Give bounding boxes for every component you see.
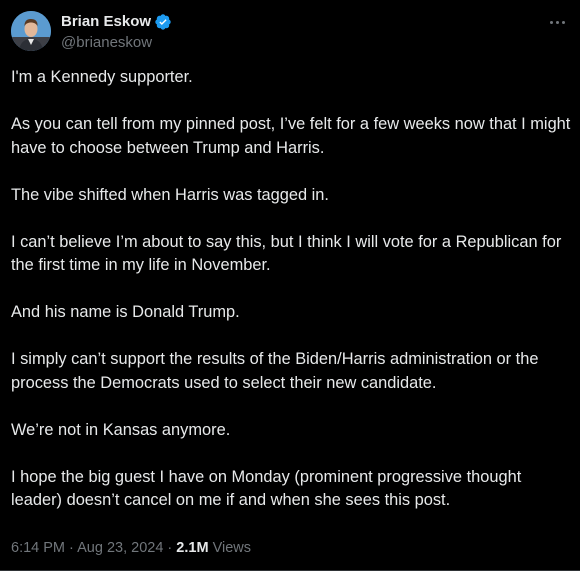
author-handle[interactable]: @brianeskow [61,34,172,52]
views-label: Views [212,540,251,556]
meta-separator: · [167,540,173,556]
tweet-paragraph: And his name is Donald Trump. [11,303,240,321]
more-options-icon[interactable] [546,12,568,32]
tweet-meta: 6:14 PM · Aug 23, 2024 · 2.1M Views [11,539,251,557]
avatar-image [11,11,51,51]
tweet-paragraph: I can’t believe I’m about to say this, b… [11,232,562,275]
tweet-paragraph: We’re not in Kansas anymore. [11,420,231,439]
verified-badge-icon[interactable] [154,13,172,31]
tweet-time[interactable]: 6:14 PM [11,540,65,556]
tweet-date[interactable]: Aug 23, 2024 [77,540,163,556]
tweet-paragraph: The vibe shifted when Harris was tagged … [11,185,329,204]
avatar[interactable] [11,11,51,51]
meta-separator: · [69,540,74,556]
author-info: Brian Eskow @brianeskow [61,13,172,52]
author-display-name[interactable]: Brian Eskow [61,13,151,31]
tweet: Brian Eskow @brianeskow I'm a Kennedy su… [0,0,580,571]
views-count[interactable]: 2.1M [176,540,208,556]
tweet-paragraph: I simply can’t support the results of th… [11,350,539,392]
tweet-paragraph: I'm a Kennedy supporter. [11,68,193,86]
tweet-paragraph: As you can tell from my pinned post, I’v… [11,115,571,157]
tweet-paragraph: I hope the big guest I have on Monday (p… [11,467,522,510]
tweet-text: I'm a Kennedy supporter. As you can tell… [11,66,571,513]
name-row: Brian Eskow [61,13,172,31]
